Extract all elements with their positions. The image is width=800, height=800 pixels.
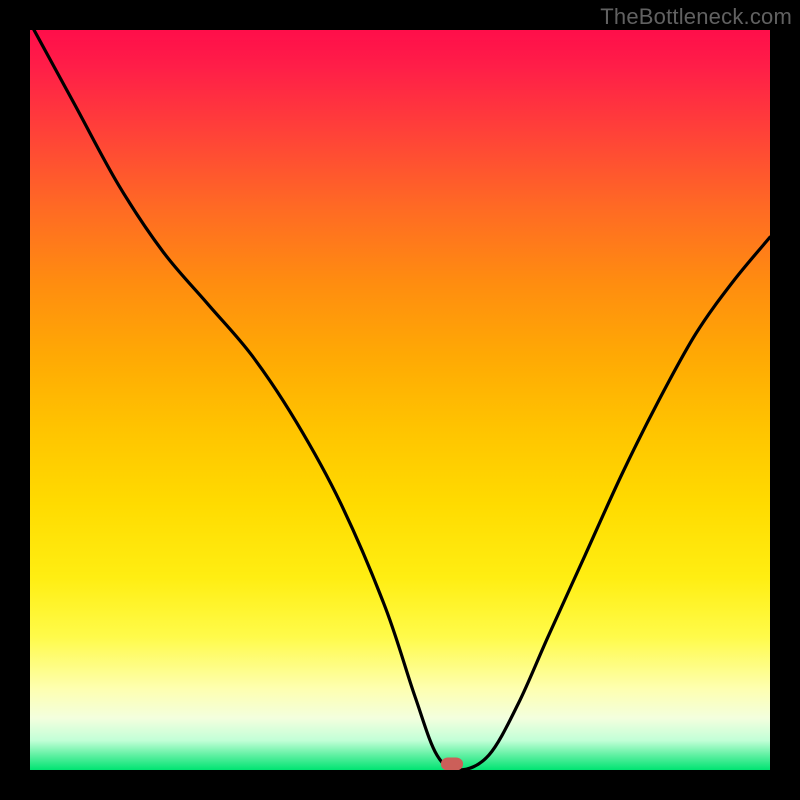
curve-layer	[30, 30, 770, 770]
watermark-text: TheBottleneck.com	[600, 4, 792, 30]
plot-area	[30, 30, 770, 770]
chart-stage: TheBottleneck.com	[0, 0, 800, 800]
trough-marker	[441, 758, 463, 770]
bottleneck-curve	[30, 30, 770, 770]
